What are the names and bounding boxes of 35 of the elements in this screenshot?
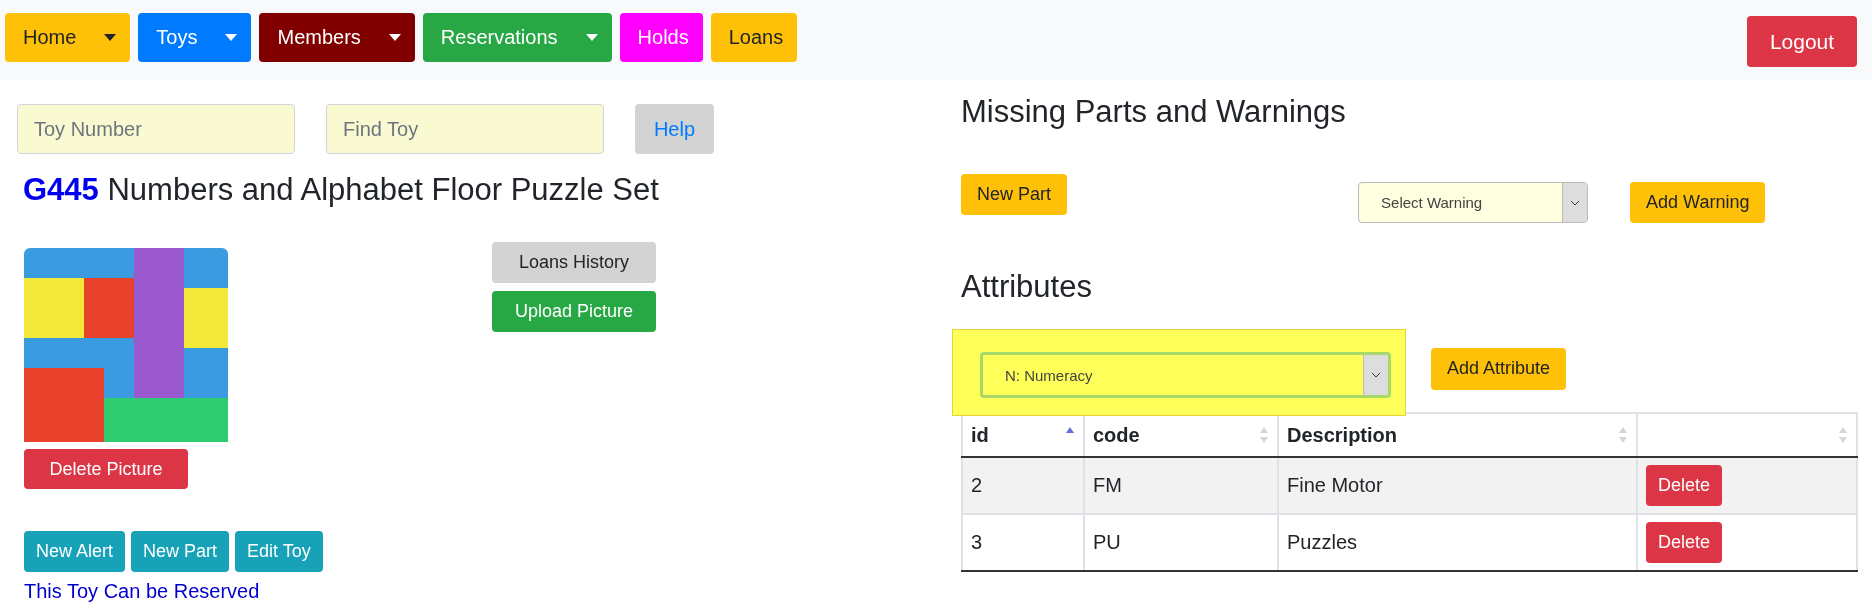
delete-button[interactable]: Delete — [1646, 465, 1723, 506]
attribute-select[interactable]: N: Numeracy — [980, 352, 1391, 398]
caret-icon — [104, 34, 117, 41]
toy-number-field[interactable]: Toy Number — [17, 104, 295, 154]
caret-icon — [225, 34, 238, 41]
add-attribute-button[interactable]: Add Attribute — [1431, 347, 1567, 390]
toy-title: G445 Numbers and Alphabet Floor Puzzle Set — [23, 172, 660, 208]
new-part-button[interactable]: New Part — [961, 174, 1068, 215]
section-heading: Attributes — [961, 269, 1093, 305]
section-heading: Missing Parts and Warnings — [961, 94, 1347, 130]
column-header[interactable]: id — [971, 423, 989, 447]
nav-menu-button[interactable]: Loans — [710, 13, 798, 62]
caret-icon — [585, 34, 598, 41]
table-cell: PU — [1093, 531, 1121, 553]
delete-picture-button[interactable]: Delete Picture — [24, 449, 188, 489]
find-toy-field[interactable]: Find Toy — [326, 104, 604, 154]
column-header[interactable]: code — [1093, 423, 1140, 447]
nav-menu-button[interactable]: Toys — [138, 13, 252, 62]
table-cell: 2 — [971, 474, 983, 496]
chevron-down-icon — [1371, 372, 1381, 378]
reservable-status-text: This Toy Can be Reserved — [24, 580, 261, 603]
logout-button[interactable]: Logout — [1747, 16, 1857, 67]
table-cell: 3 — [971, 531, 983, 553]
table-cell: FM — [1093, 474, 1122, 496]
nav-menu-button[interactable]: Members — [259, 13, 415, 62]
loans-history-button[interactable]: Loans History — [492, 242, 656, 283]
chevron-down-icon — [1570, 199, 1581, 206]
delete-button[interactable]: Delete — [1646, 522, 1723, 563]
table-cell: Puzzles — [1287, 531, 1358, 553]
column-header[interactable]: Description — [1287, 423, 1398, 447]
nav-menu-button[interactable]: Home — [5, 13, 131, 62]
warning-select[interactable]: Select Warning — [1358, 182, 1589, 223]
table-cell: Fine Motor — [1287, 474, 1383, 496]
add-warning-button[interactable]: Add Warning — [1630, 182, 1766, 223]
caret-icon — [388, 34, 401, 41]
